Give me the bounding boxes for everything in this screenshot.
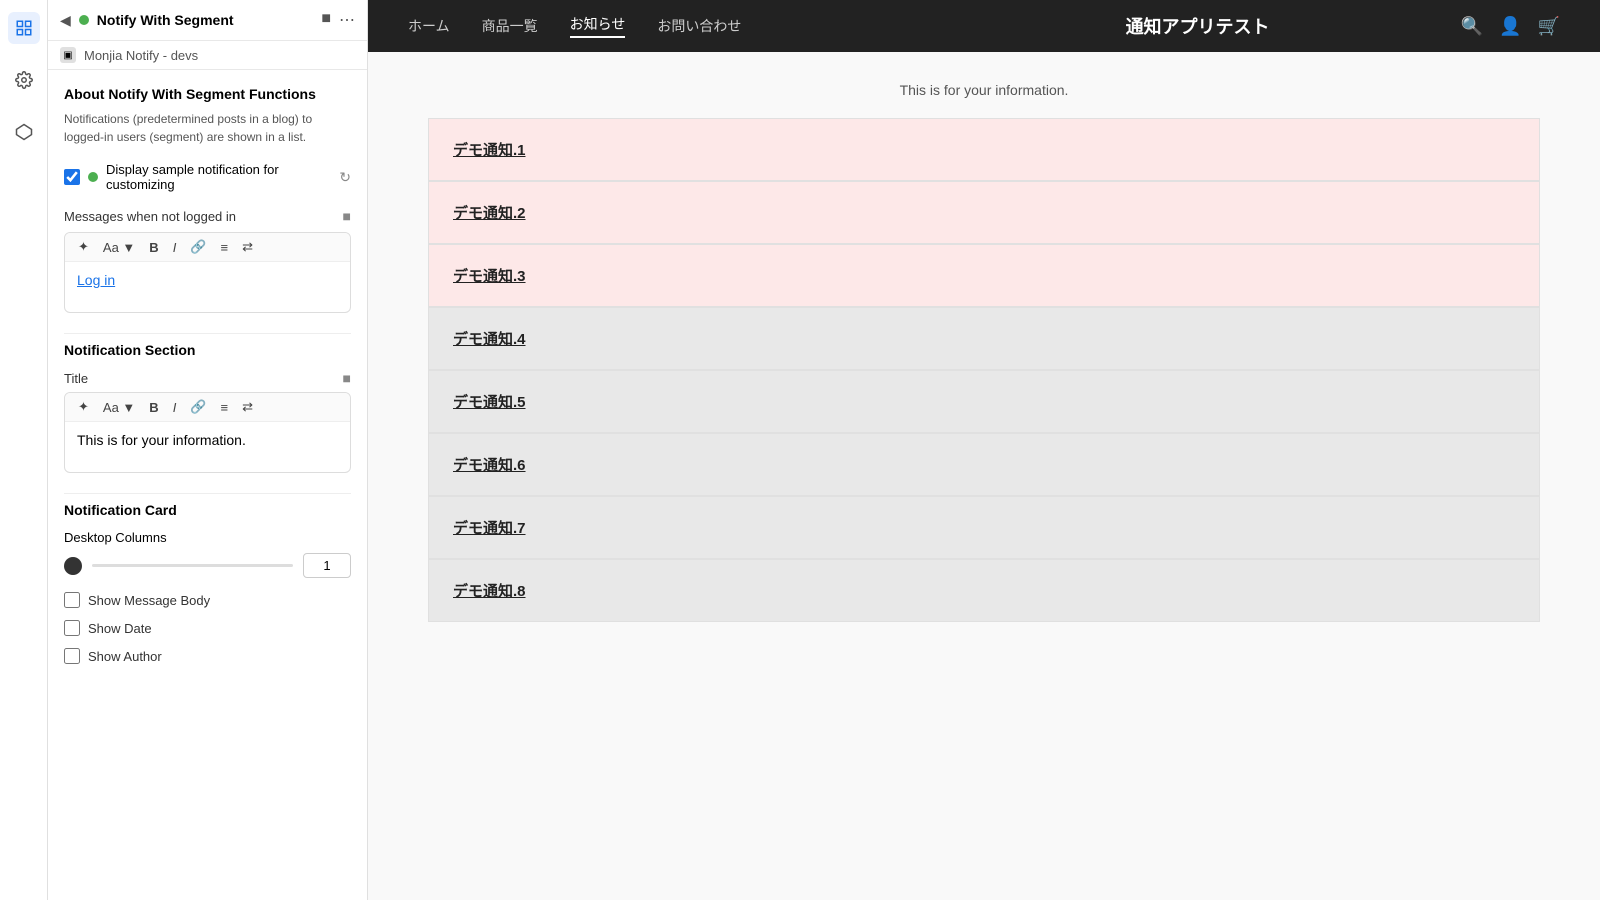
show-message-body-row: Show Message Body xyxy=(64,592,351,608)
title-toolbar: ✦ Aa ▼ B I 🔗 ≡ ⇄ xyxy=(65,393,350,422)
font-btn[interactable]: Aa ▼ xyxy=(98,238,140,257)
show-date-label: Show Date xyxy=(88,621,152,636)
notification-list: デモ通知.1 デモ通知.2 デモ通知.3 デモ通知.4 デモ通知.5 デモ通知.6 デモ通知… xyxy=(428,118,1540,622)
notification-card-section: Notification Card Desktop Columns 1 Show… xyxy=(64,493,351,664)
refresh-icon[interactable]: ↻ xyxy=(339,169,351,186)
preview-content: This is for your information. デモ通知.1デモ通知… xyxy=(368,52,1600,900)
back-button[interactable]: ◀ xyxy=(60,12,71,29)
show-date-row: Show Date xyxy=(64,620,351,636)
nav-contact[interactable]: お問い合わせ xyxy=(657,16,741,36)
sidebar-sub-header: ▣ Monjia Notify - devs xyxy=(48,41,367,70)
sidebar-sub-title: Monjia Notify - devs xyxy=(84,48,198,63)
title-list-btn[interactable]: ≡ xyxy=(216,398,234,417)
notification-item-title: デモ通知.3 xyxy=(453,268,526,285)
notification-item-title: デモ通知.4 xyxy=(453,331,526,348)
preview-info-text: This is for your information. xyxy=(428,82,1540,98)
title-italic-btn[interactable]: I xyxy=(168,398,182,417)
messages-editor: ✦ Aa ▼ B I 🔗 ≡ ⇄ Log in xyxy=(64,232,351,313)
sidebar-title: Notify With Segment xyxy=(97,12,314,28)
icon-rail-home[interactable] xyxy=(8,12,40,44)
show-author-row: Show Author xyxy=(64,648,351,664)
notification-item[interactable]: デモ通知.8 xyxy=(428,559,1540,622)
icon-rail xyxy=(0,0,48,900)
preview-nav-icons: 🔍 👤 🛒 xyxy=(1461,16,1560,37)
messages-label: Messages when not logged in xyxy=(64,209,236,224)
preview-brand: 通知アプリテスト xyxy=(934,13,1460,39)
show-message-body-label: Show Message Body xyxy=(88,593,210,608)
notification-item-title: デモ通知.5 xyxy=(453,394,526,411)
preview-navbar: ホーム 商品一覧 お知らせ お問い合わせ 通知アプリテスト 🔍 👤 🛒 xyxy=(368,0,1600,52)
icon-rail-settings[interactable] xyxy=(8,64,40,96)
sidebar-content: About Notify With Segment Functions Noti… xyxy=(48,70,367,692)
more-icon[interactable]: ⋯ xyxy=(339,10,355,30)
cart-icon[interactable]: 🛒 xyxy=(1538,16,1560,37)
preview-nav-links: ホーム 商品一覧 お知らせ お問い合わせ xyxy=(408,14,934,38)
notification-item[interactable]: デモ通知.6 xyxy=(428,433,1540,496)
database-icon[interactable]: ■ xyxy=(321,10,331,30)
messages-db-icon[interactable]: ■ xyxy=(343,208,351,224)
notification-item-title: デモ通知.6 xyxy=(453,457,526,474)
notification-item[interactable]: デモ通知.1 xyxy=(428,118,1540,181)
sample-dot xyxy=(88,172,98,182)
title-magic-btn[interactable]: ✦ xyxy=(73,397,94,417)
notification-card-title: Notification Card xyxy=(64,502,351,518)
login-link[interactable]: Log in xyxy=(77,272,115,288)
sidebar-panel: ◀ Notify With Segment ■ ⋯ ▣ Monjia Notif… xyxy=(48,0,368,900)
messages-toolbar: ✦ Aa ▼ B I 🔗 ≡ ⇄ xyxy=(65,233,350,262)
main-preview: ホーム 商品一覧 お知らせ お問い合わせ 通知アプリテスト 🔍 👤 🛒 This… xyxy=(368,0,1600,900)
link-btn[interactable]: 🔗 xyxy=(185,237,211,257)
title-field-row: Title ■ xyxy=(64,370,351,386)
nav-news[interactable]: お知らせ xyxy=(570,14,626,38)
sample-notification-label: Display sample notification for customiz… xyxy=(106,162,331,192)
notification-section-title: Notification Section xyxy=(64,333,351,358)
title-bold-btn[interactable]: B xyxy=(144,398,163,417)
sidebar-header: ◀ Notify With Segment ■ ⋯ xyxy=(48,0,367,41)
about-desc: Notifications (predetermined posts in a … xyxy=(64,110,351,146)
user-icon[interactable]: 👤 xyxy=(1499,16,1521,37)
show-author-label: Show Author xyxy=(88,649,162,664)
nav-products[interactable]: 商品一覧 xyxy=(482,16,538,36)
show-date-checkbox[interactable] xyxy=(64,620,80,636)
notification-item-title: デモ通知.7 xyxy=(453,520,526,537)
list-btn[interactable]: ≡ xyxy=(216,238,234,257)
nav-home[interactable]: ホーム xyxy=(408,16,450,36)
magic-btn[interactable]: ✦ xyxy=(73,237,94,257)
notification-item[interactable]: デモ通知.4 xyxy=(428,307,1540,370)
status-dot xyxy=(79,15,89,25)
bold-btn[interactable]: B xyxy=(144,238,163,257)
show-message-body-checkbox[interactable] xyxy=(64,592,80,608)
sample-notification-row: Display sample notification for customiz… xyxy=(64,162,351,192)
columns-value-input[interactable]: 1 xyxy=(303,553,351,578)
italic-btn[interactable]: I xyxy=(168,238,182,257)
title-editor-body[interactable]: This is for your information. xyxy=(65,422,350,472)
notification-item[interactable]: デモ通知.2 xyxy=(428,181,1540,244)
title-field-label: Title xyxy=(64,371,88,386)
notification-item[interactable]: デモ通知.7 xyxy=(428,496,1540,559)
notification-item-title: デモ通知.1 xyxy=(453,142,526,159)
title-db-icon[interactable]: ■ xyxy=(343,370,351,386)
show-author-checkbox[interactable] xyxy=(64,648,80,664)
title-link-btn[interactable]: 🔗 xyxy=(185,397,211,417)
title-editor: ✦ Aa ▼ B I 🔗 ≡ ⇄ This is for your inform… xyxy=(64,392,351,473)
desktop-columns-slider-row: 1 xyxy=(64,553,351,578)
notification-item-title: デモ通知.2 xyxy=(453,205,526,222)
search-icon[interactable]: 🔍 xyxy=(1461,16,1483,37)
notification-item-title: デモ通知.8 xyxy=(453,583,526,600)
slider-knob xyxy=(64,557,82,575)
notification-item[interactable]: デモ通知.3 xyxy=(428,244,1540,307)
sample-notification-checkbox[interactable] xyxy=(64,169,80,185)
icon-rail-blocks[interactable] xyxy=(8,116,40,148)
desktop-columns-label: Desktop Columns xyxy=(64,530,351,545)
slider-track[interactable] xyxy=(92,564,293,567)
messages-editor-body[interactable]: Log in xyxy=(65,262,350,312)
sub-app-icon: ▣ xyxy=(60,47,76,63)
messages-section-header: Messages when not logged in ■ xyxy=(64,208,351,224)
ordered-list-btn[interactable]: ⇄ xyxy=(237,237,258,257)
notification-item[interactable]: デモ通知.5 xyxy=(428,370,1540,433)
about-title: About Notify With Segment Functions xyxy=(64,86,351,102)
title-ordered-list-btn[interactable]: ⇄ xyxy=(237,397,258,417)
title-font-btn[interactable]: Aa ▼ xyxy=(98,398,140,417)
sidebar-header-icons: ■ ⋯ xyxy=(321,10,355,30)
